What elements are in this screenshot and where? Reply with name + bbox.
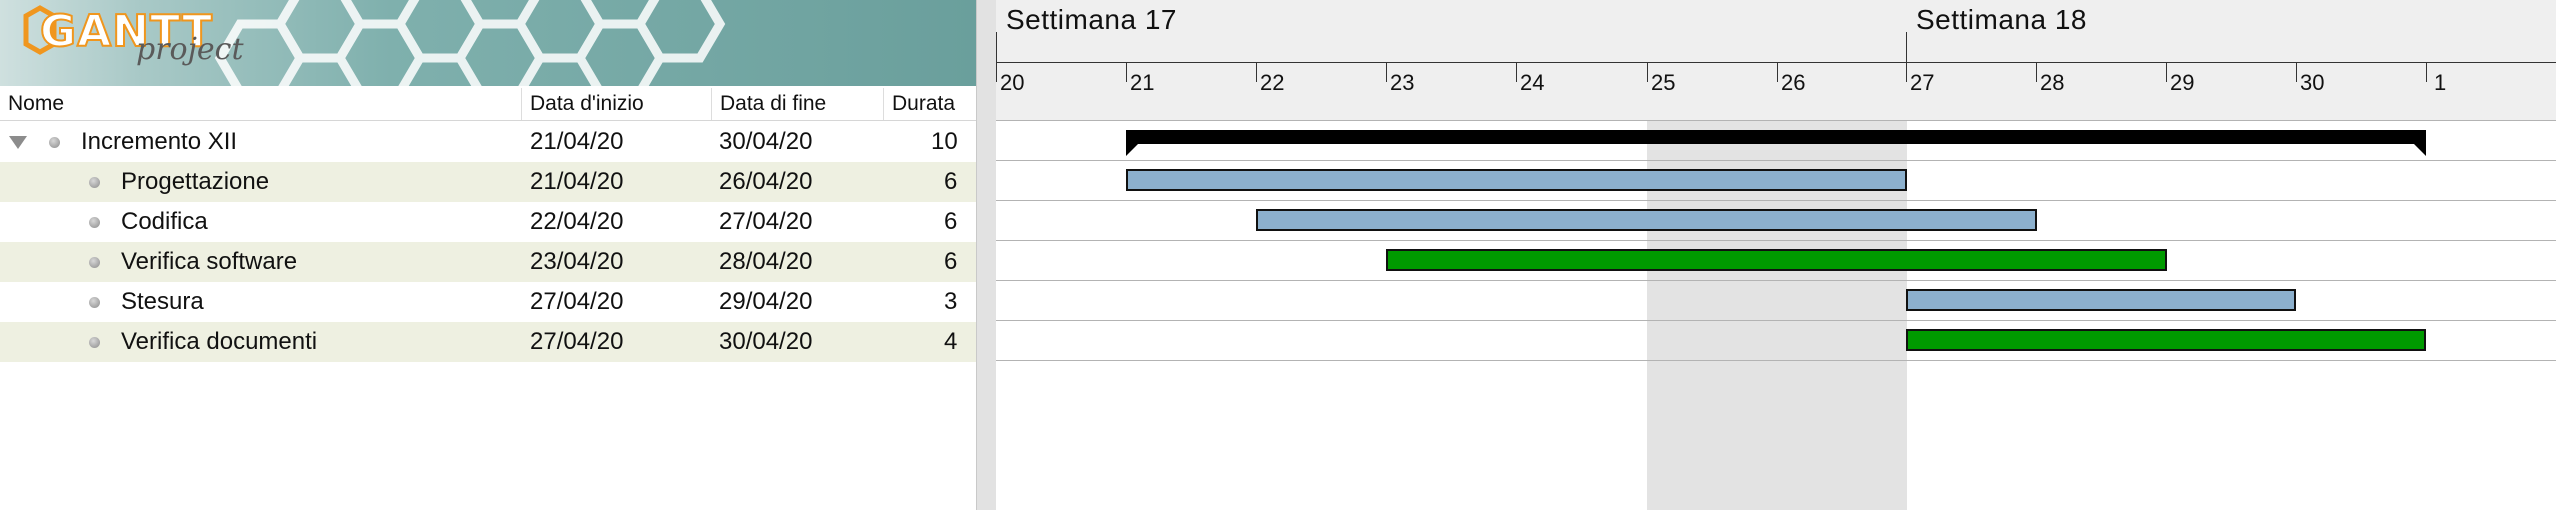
timeline-header: Settimana 17 Settimana 18 20 21 22 23 24…: [996, 0, 2556, 120]
day-tick: [1256, 62, 1257, 82]
task-duration[interactable]: 3: [944, 282, 957, 322]
task-bullet-icon: [89, 257, 100, 268]
day-label: 26: [1781, 70, 1806, 95]
task-bar-verifica-software[interactable]: [1386, 249, 2167, 271]
task-row-verifica-documenti[interactable]: Verifica documenti 27/04/20 30/04/20 4: [0, 322, 976, 362]
task-name[interactable]: Incremento XII: [81, 122, 237, 162]
task-name[interactable]: Stesura: [121, 282, 204, 322]
day-tick: [2426, 62, 2427, 82]
logo-project-text: project: [136, 32, 244, 67]
column-header-duration[interactable]: Durata: [884, 88, 976, 120]
task-name[interactable]: Progettazione: [121, 162, 269, 202]
column-header-start-date[interactable]: Data d'inizio: [522, 88, 712, 120]
task-end-date[interactable]: 27/04/20: [719, 202, 812, 242]
day-label: 28: [2040, 70, 2065, 95]
task-end-date[interactable]: 26/04/20: [719, 162, 812, 202]
row-divider: [996, 120, 2556, 121]
summary-task-bar[interactable]: [1126, 130, 2426, 144]
gantt-project-logo-banner: GANTT project: [0, 0, 976, 86]
task-bullet-icon: [49, 137, 60, 148]
day-tick: [1126, 62, 1127, 82]
gantt-chart-area[interactable]: Settimana 17 Settimana 18 20 21 22 23 24…: [996, 0, 2556, 510]
task-name[interactable]: Verifica software: [121, 242, 297, 282]
task-bar-verifica-documenti[interactable]: [1906, 329, 2426, 351]
day-label: 20: [1000, 70, 1025, 95]
task-row-progettazione[interactable]: Progettazione 21/04/20 26/04/20 6: [0, 162, 976, 202]
task-duration[interactable]: 4: [944, 322, 957, 362]
task-name[interactable]: Codifica: [121, 202, 208, 242]
task-start-date[interactable]: 23/04/20: [530, 242, 623, 282]
task-bullet-icon: [89, 337, 100, 348]
task-bar-progettazione[interactable]: [1126, 169, 1907, 191]
task-start-date[interactable]: 21/04/20: [530, 122, 623, 162]
column-header-end-date[interactable]: Data di fine: [712, 88, 884, 120]
task-end-date[interactable]: 28/04/20: [719, 242, 812, 282]
task-bar-codifica[interactable]: [1256, 209, 2037, 231]
day-label: 24: [1520, 70, 1545, 95]
day-tick: [2036, 62, 2037, 82]
day-tick: [2296, 62, 2297, 82]
day-label: 29: [2170, 70, 2195, 95]
row-divider: [996, 200, 2556, 201]
day-tick: [1516, 62, 1517, 82]
task-duration[interactable]: 6: [944, 242, 957, 282]
task-end-date[interactable]: 29/04/20: [719, 282, 812, 322]
task-start-date[interactable]: 27/04/20: [530, 322, 623, 362]
task-bullet-icon: [89, 217, 100, 228]
day-label: 25: [1651, 70, 1676, 95]
task-duration[interactable]: 6: [944, 202, 957, 242]
task-row-incremento-xii[interactable]: Incremento XII 21/04/20 30/04/20 10: [0, 122, 976, 162]
timeline-axis-line: [996, 62, 2556, 63]
task-tree-panel: GANTT project Nome Data d'inizio Data di…: [0, 0, 976, 510]
day-label: 23: [1390, 70, 1415, 95]
day-label: 21: [1130, 70, 1155, 95]
week-18-tick: [1906, 32, 1907, 82]
summary-bar-left-cap: [1126, 144, 1138, 156]
task-row-stesura[interactable]: Stesura 27/04/20 29/04/20 3: [0, 282, 976, 322]
day-tick: [1386, 62, 1387, 82]
task-name[interactable]: Verifica documenti: [121, 322, 317, 362]
day-tick: [1777, 62, 1778, 82]
row-divider: [996, 360, 2556, 361]
task-start-date[interactable]: 21/04/20: [530, 162, 623, 202]
column-header-name[interactable]: Nome: [0, 88, 522, 120]
task-start-date[interactable]: 27/04/20: [530, 282, 623, 322]
task-end-date[interactable]: 30/04/20: [719, 122, 812, 162]
day-label: 22: [1260, 70, 1285, 95]
task-row-codifica[interactable]: Codifica 22/04/20 27/04/20 6: [0, 202, 976, 242]
task-row-verifica-software[interactable]: Verifica software 23/04/20 28/04/20 6: [0, 242, 976, 282]
row-divider: [996, 320, 2556, 321]
task-start-date[interactable]: 22/04/20: [530, 202, 623, 242]
day-label: 27: [1910, 70, 1935, 95]
task-table-header: Nome Data d'inizio Data di fine Durata: [0, 88, 976, 121]
task-end-date[interactable]: 30/04/20: [719, 322, 812, 362]
day-tick: [1647, 62, 1648, 82]
task-bullet-icon: [89, 297, 100, 308]
week-18-label: Settimana 18: [1916, 4, 2087, 35]
task-duration[interactable]: 10: [931, 122, 958, 162]
row-divider: [996, 240, 2556, 241]
summary-bar-right-cap: [2414, 144, 2426, 156]
panel-splitter[interactable]: [976, 0, 997, 510]
week-17-label: Settimana 17: [1006, 4, 1177, 35]
row-divider: [996, 160, 2556, 161]
row-divider: [996, 280, 2556, 281]
week-17-tick: [996, 32, 997, 82]
collapse-triangle-icon[interactable]: [9, 136, 27, 149]
task-bar-stesura[interactable]: [1906, 289, 2296, 311]
day-tick: [2166, 62, 2167, 82]
day-label: 1: [2434, 70, 2447, 95]
day-label: 30: [2300, 70, 2325, 95]
task-duration[interactable]: 6: [944, 162, 957, 202]
task-bullet-icon: [89, 177, 100, 188]
